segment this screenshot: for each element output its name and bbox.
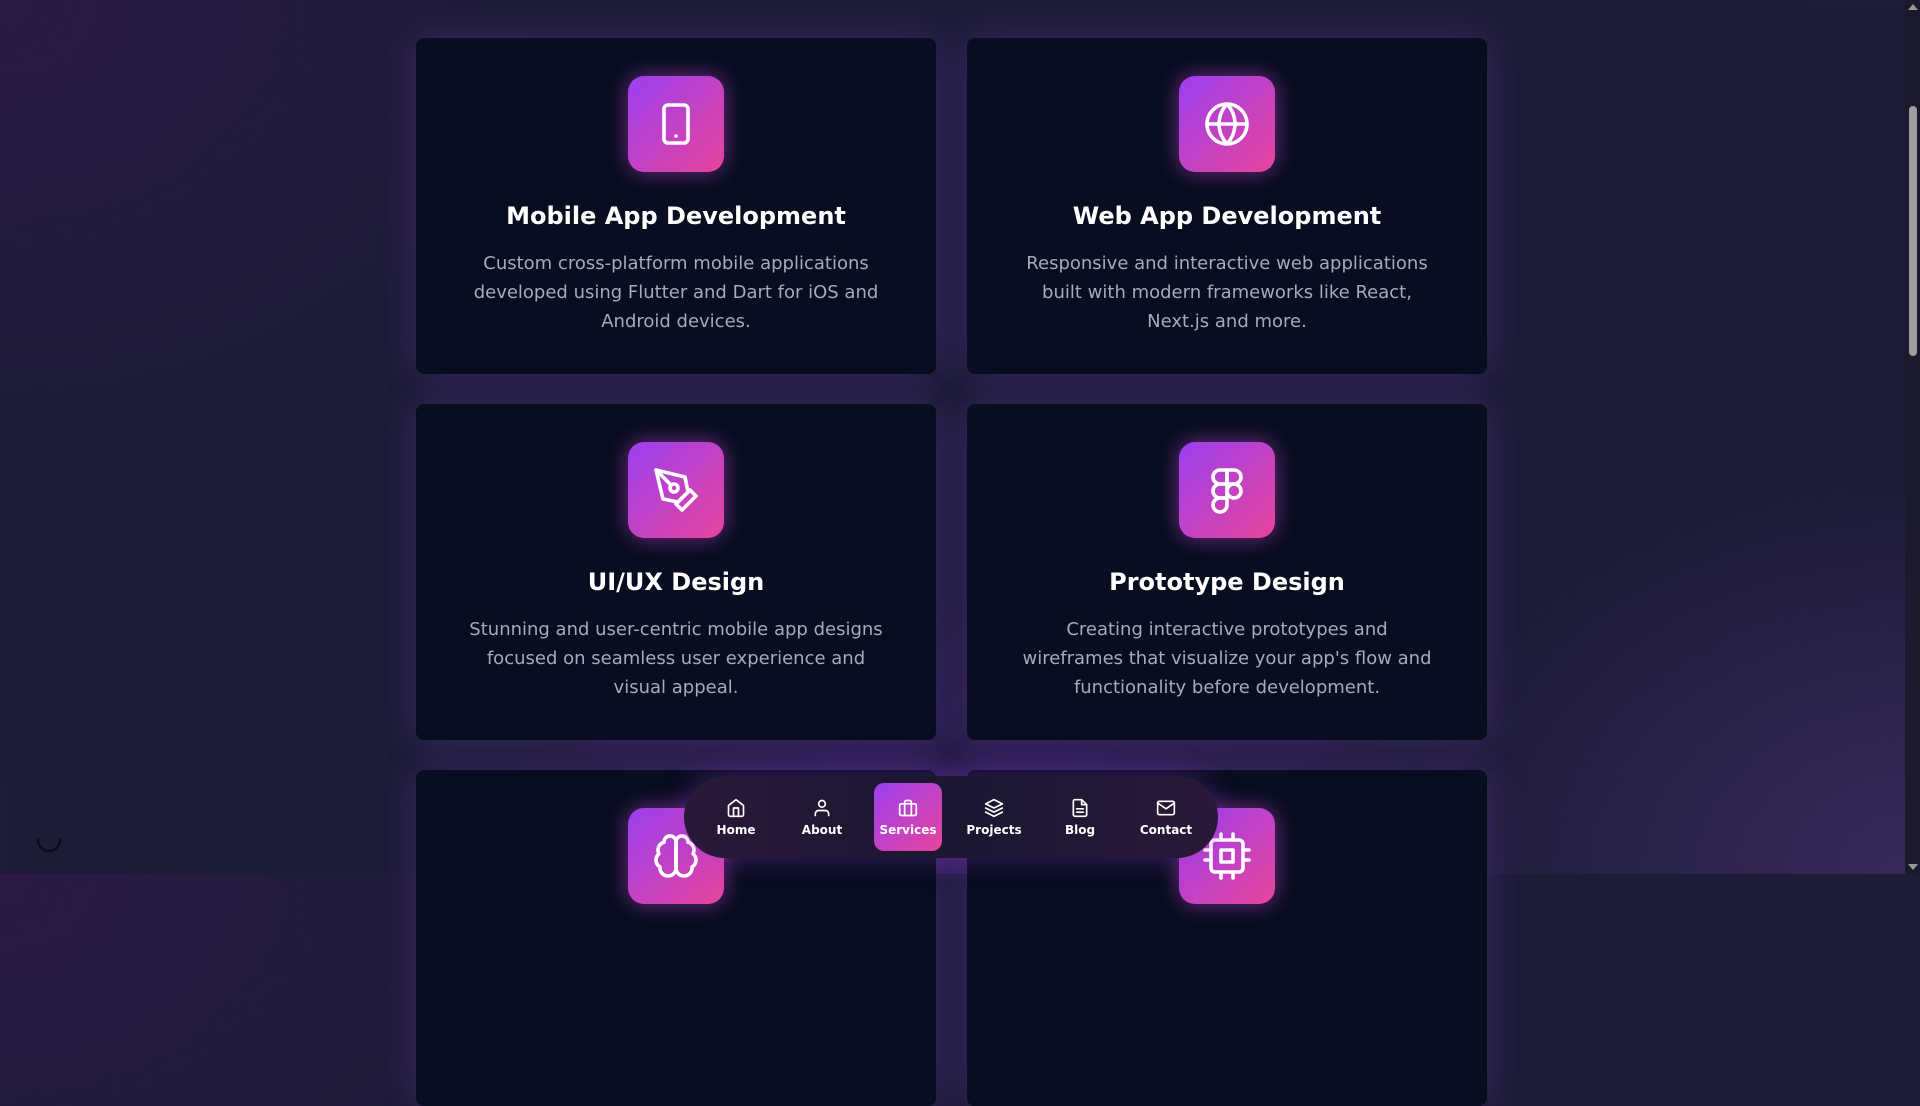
- bottom-navigation: Home About Services Projects Blog Contac…: [684, 776, 1218, 858]
- layers-icon: [984, 798, 1004, 817]
- nav-label: Blog: [1064, 822, 1096, 837]
- nav-label: Projects: [966, 822, 1022, 837]
- home-icon: [727, 798, 745, 817]
- globe-icon: [1179, 76, 1275, 172]
- service-card-mobile-app: Mobile App Development Custom cross-plat…: [416, 38, 936, 374]
- pen-tool-icon: [628, 442, 724, 538]
- service-title: Web App Development: [1072, 202, 1382, 230]
- nav-item-blog[interactable]: Blog: [1046, 783, 1114, 851]
- scroll-up-arrow-icon[interactable]: [1908, 4, 1918, 10]
- loading-spinner-icon: [36, 838, 62, 852]
- nav-item-services[interactable]: Services: [874, 783, 942, 851]
- file-text-icon: [1072, 798, 1088, 817]
- user-icon: [814, 799, 830, 816]
- service-description: Creating interactive prototypes and wire…: [1022, 619, 1432, 698]
- nav-item-contact[interactable]: Contact: [1132, 783, 1200, 851]
- scrollbar-thumb[interactable]: [1909, 106, 1917, 356]
- service-card-web-app: Web App Development Responsive and inter…: [967, 38, 1487, 374]
- figma-icon: [1179, 442, 1275, 538]
- mail-icon: [1156, 800, 1176, 815]
- service-description: Custom cross-platform mobile application…: [473, 253, 879, 332]
- nav-label: About: [801, 822, 843, 837]
- service-card-ui-ux: UI/UX Design Stunning and user-centric m…: [416, 404, 936, 740]
- nav-item-home[interactable]: Home: [702, 783, 770, 851]
- nav-label: Services: [879, 822, 937, 837]
- nav-item-about[interactable]: About: [788, 783, 856, 851]
- service-description: Responsive and interactive web applicati…: [1026, 253, 1428, 332]
- nav-label: Home: [716, 822, 756, 837]
- scroll-down-arrow-icon[interactable]: [1908, 864, 1918, 870]
- tablet-icon: [628, 76, 724, 172]
- vertical-scrollbar[interactable]: [1905, 0, 1920, 874]
- briefcase-icon: [898, 799, 918, 816]
- nav-item-projects[interactable]: Projects: [960, 783, 1028, 851]
- service-title: Mobile App Development: [506, 202, 846, 230]
- service-title: UI/UX Design: [587, 568, 765, 596]
- service-title: Prototype Design: [1109, 568, 1345, 596]
- nav-label: Contact: [1139, 822, 1193, 837]
- service-description: Stunning and user-centric mobile app des…: [469, 619, 883, 698]
- service-card-prototype: Prototype Design Creating interactive pr…: [967, 404, 1487, 740]
